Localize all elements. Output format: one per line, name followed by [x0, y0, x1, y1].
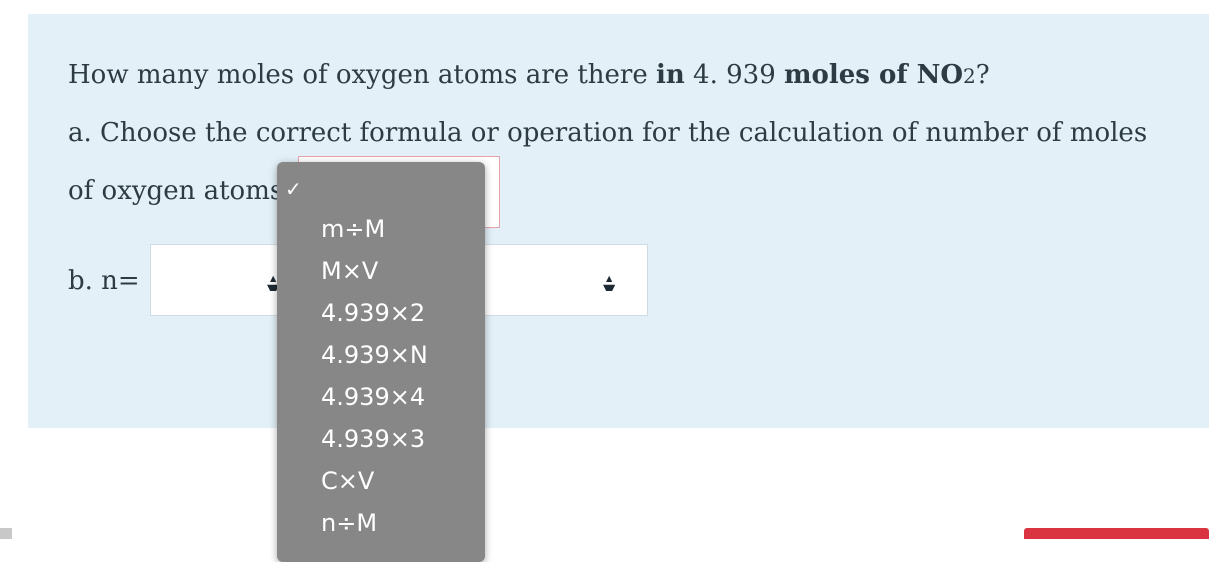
submit-button[interactable]	[1024, 528, 1209, 539]
part-a-instruction-continued: of oxygen atoms	[68, 176, 284, 206]
check-icon: ✓	[285, 177, 302, 201]
option-4939-times-4[interactable]: 4.939×4	[321, 385, 425, 409]
option-m-div-M[interactable]: m÷M	[321, 217, 385, 241]
option-C-times-V[interactable]: C×V	[321, 469, 374, 493]
part-b-label: b. n=	[68, 266, 140, 296]
part-a-instruction: a. Choose the correct formula or operati…	[68, 118, 1148, 148]
scroll-edge	[0, 528, 12, 539]
option-M-times-V[interactable]: M×V	[321, 259, 378, 283]
option-4939-times-3[interactable]: 4.939×3	[321, 427, 425, 451]
option-4939-times-2[interactable]: 4.939×2	[321, 301, 425, 325]
select-arrows-icon: ▲▼	[603, 273, 615, 291]
option-4939-times-N[interactable]: 4.939×N	[321, 343, 428, 367]
question-text: How many moles of oxygen atoms are there…	[68, 60, 990, 90]
formula-dropdown-menu[interactable]: ✓ m÷M M×V 4.939×2 4.939×N 4.939×4 4.939×…	[277, 162, 485, 562]
option-n-div-M[interactable]: n÷M	[321, 511, 377, 535]
